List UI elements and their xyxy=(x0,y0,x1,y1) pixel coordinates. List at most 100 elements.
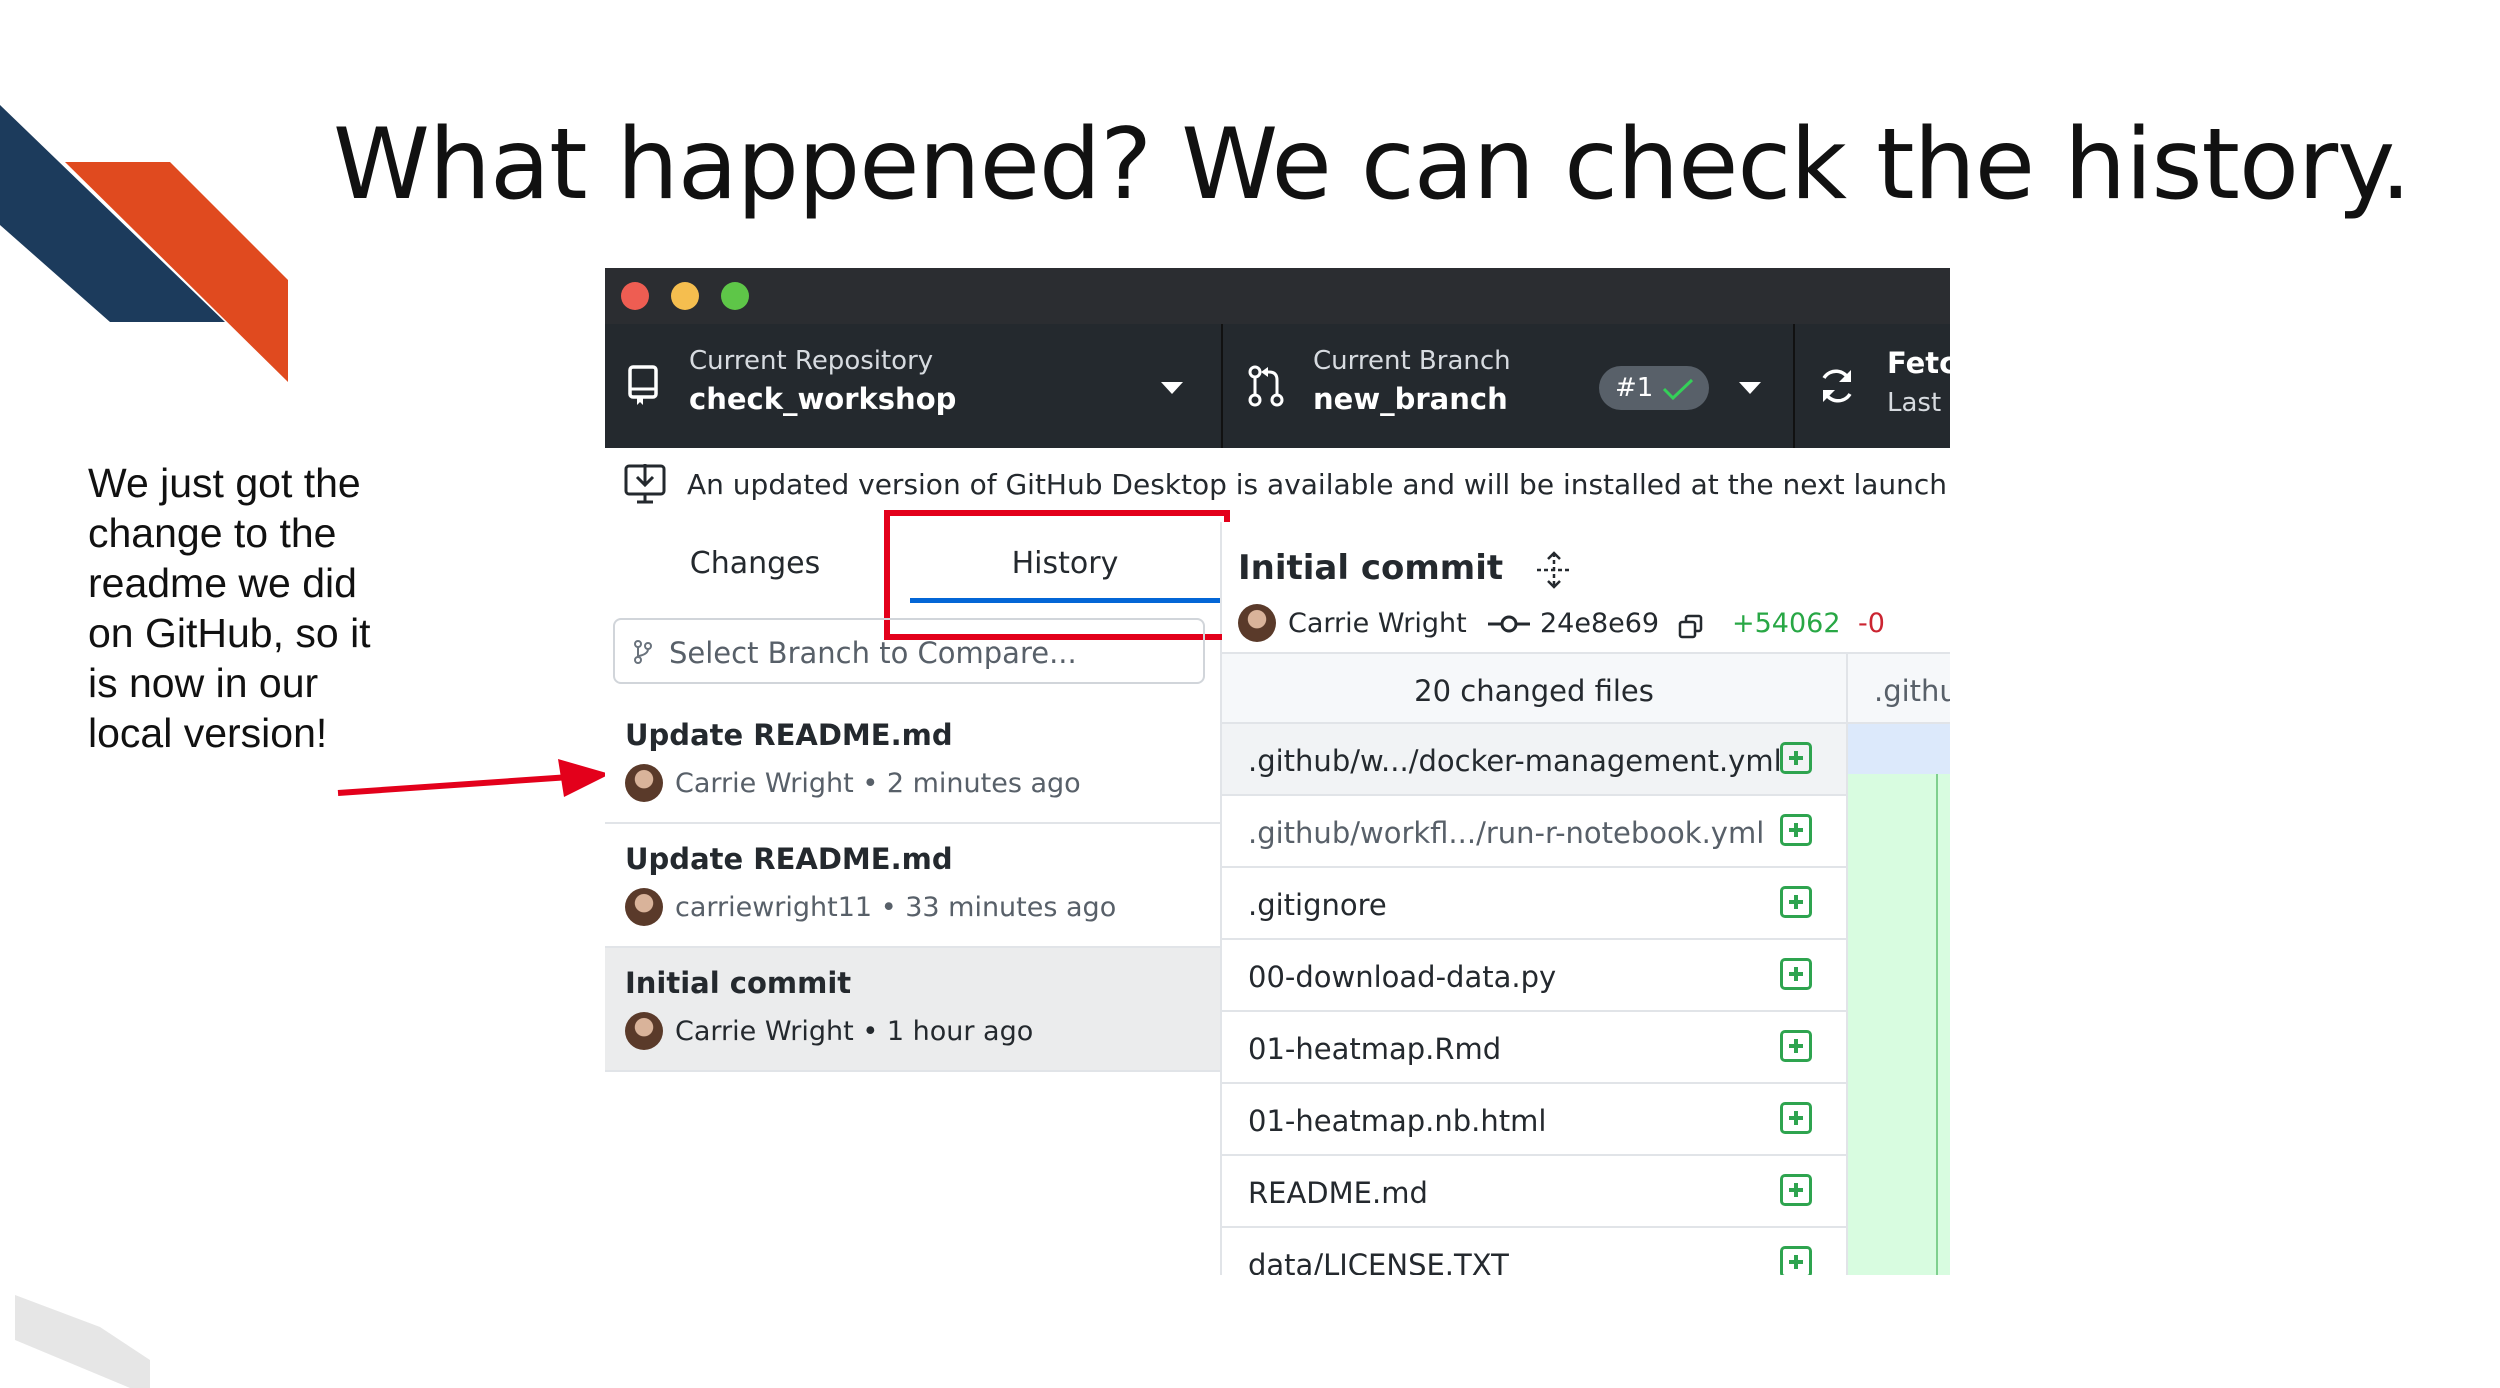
commit-sha: 24e8e69 xyxy=(1540,608,1660,639)
avatar xyxy=(625,764,663,802)
lines-deleted: -0 xyxy=(1858,608,1885,639)
selected-commit-title-text: Initial commit xyxy=(1238,548,1504,588)
fetch-subtitle: Last xyxy=(1887,388,1942,418)
changed-file-row[interactable]: .gitignore xyxy=(1222,868,1848,940)
branch-icon xyxy=(634,640,652,664)
commit-author: Carrie Wright xyxy=(675,1016,854,1047)
file-name: .github/workfl.../run-r-notebook.yml xyxy=(1248,816,1765,850)
fetch-caption: Fetc xyxy=(1887,346,1950,380)
pointer-arrow-icon xyxy=(337,759,610,797)
diff-file-path: .githu xyxy=(1874,674,1950,708)
commit-title: Update README.md xyxy=(625,718,953,752)
copy-icon[interactable] xyxy=(1678,614,1704,640)
selected-commit-title: Initial commit xyxy=(1238,548,1573,589)
commit-icon xyxy=(1488,615,1530,633)
branch-compare-input[interactable]: Select Branch to Compare... xyxy=(613,618,1205,684)
file-added-icon xyxy=(1780,958,1812,990)
fetch-origin-button[interactable]: Fetc Last xyxy=(1795,324,1950,448)
commit-meta: Carrie Wright • 2 minutes ago xyxy=(675,768,1081,799)
file-name: 01-heatmap.nb.html xyxy=(1248,1104,1547,1138)
repository-icon xyxy=(628,365,658,405)
file-name: 00-download-data.py xyxy=(1248,960,1557,994)
slide-title: What happened? We can check the history. xyxy=(333,108,2411,222)
sidebar: Changes History Select Branch to Compare… xyxy=(605,510,1230,1275)
file-name: README.md xyxy=(1248,1176,1428,1210)
commit-time: 33 minutes ago xyxy=(905,892,1117,923)
github-desktop-window: Current Repository check_workshop Curren… xyxy=(605,268,1950,1275)
commit-time: 2 minutes ago xyxy=(886,768,1081,799)
changed-file-row[interactable]: data/LICENSE.TXT xyxy=(1222,1228,1848,1275)
changed-file-row[interactable]: README.md xyxy=(1222,1156,1848,1228)
changed-file-row-selected[interactable]: .github/w.../docker-management.yml xyxy=(1222,724,1848,796)
file-added-icon xyxy=(1780,886,1812,918)
explanation-note: We just got the change to the readme we … xyxy=(88,458,408,758)
avatar xyxy=(625,888,663,926)
note-line: is now in our xyxy=(88,660,319,706)
note-line: change to the xyxy=(88,510,337,556)
repository-name: check_workshop xyxy=(689,382,957,416)
commit-time: 1 hour ago xyxy=(886,1016,1034,1047)
changed-file-row[interactable]: 01-heatmap.Rmd xyxy=(1222,1012,1848,1084)
changed-file-row[interactable]: .github/workfl.../run-r-notebook.yml xyxy=(1222,796,1848,868)
branch-caption: Current Branch xyxy=(1313,346,1511,376)
expand-icon[interactable] xyxy=(1535,550,1573,589)
note-line: local version! xyxy=(88,710,328,756)
changed-file-row[interactable]: 00-download-data.py xyxy=(1222,940,1848,1012)
file-added-icon xyxy=(1780,814,1812,846)
file-added-icon xyxy=(1780,1102,1812,1134)
minimize-window-button[interactable] xyxy=(671,282,699,310)
branch-name: new_branch xyxy=(1313,382,1508,416)
tab-changes[interactable]: Changes xyxy=(605,522,905,602)
commit-meta: carriewright11 • 33 minutes ago xyxy=(675,892,1117,923)
file-added-icon xyxy=(1780,1174,1812,1206)
note-line: We just got the xyxy=(88,460,361,506)
compare-placeholder: Select Branch to Compare... xyxy=(669,636,1077,670)
diff-view xyxy=(1848,724,1950,1275)
commit-list-item-selected[interactable]: Initial commit Carrie Wright • 1 hour ag… xyxy=(605,948,1220,1072)
commit-author: carriewright11 xyxy=(675,892,873,923)
check-icon xyxy=(1662,378,1694,401)
sync-icon xyxy=(1822,369,1852,403)
current-branch-button[interactable]: Current Branch new_branch #1 xyxy=(1223,324,1795,448)
corner-decoration-bottom xyxy=(15,1295,150,1388)
note-line: on GitHub, so it xyxy=(88,610,371,656)
download-update-icon xyxy=(624,464,666,504)
diff-selected-line xyxy=(1848,724,1950,774)
update-banner: An updated version of GitHub Desktop is … xyxy=(605,448,1950,524)
file-name: .github/w.../docker-management.yml xyxy=(1248,744,1782,778)
changed-file-row[interactable]: 01-heatmap.nb.html xyxy=(1222,1084,1848,1156)
app-toolbar: Current Repository check_workshop Curren… xyxy=(605,324,1950,448)
branch-icon xyxy=(1248,365,1284,407)
maximize-window-button[interactable] xyxy=(721,282,749,310)
selected-commit-author: Carrie Wright xyxy=(1288,608,1467,639)
diff-gutter-line xyxy=(1936,774,1938,1275)
file-name: .gitignore xyxy=(1248,888,1387,922)
repository-caption: Current Repository xyxy=(689,346,934,376)
file-added-icon xyxy=(1780,1246,1812,1275)
note-line: readme we did xyxy=(88,560,357,606)
corner-decoration xyxy=(0,105,288,382)
diff-header: .githu xyxy=(1848,652,1950,724)
commit-details: Initial commit Carrie Wright 24e8e69 +54… xyxy=(1222,522,1950,1275)
commit-author: Carrie Wright xyxy=(675,768,854,799)
update-banner-text: An updated version of GitHub Desktop is … xyxy=(687,468,1950,501)
pull-request-badge[interactable]: #1 xyxy=(1599,366,1709,410)
changed-files-header: 20 changed files xyxy=(1222,652,1848,724)
file-name: 01-heatmap.Rmd xyxy=(1248,1032,1502,1066)
commit-title: Update README.md xyxy=(625,842,953,876)
file-added-icon xyxy=(1780,1030,1812,1062)
changed-files-count: 20 changed files xyxy=(1414,674,1654,708)
file-name: data/LICENSE.TXT xyxy=(1248,1248,1509,1275)
file-added-icon xyxy=(1780,742,1812,774)
close-window-button[interactable] xyxy=(621,282,649,310)
window-titlebar xyxy=(605,268,1950,324)
chevron-down-icon xyxy=(1161,382,1183,394)
lines-added: +54062 xyxy=(1732,608,1841,639)
chevron-down-icon xyxy=(1739,382,1761,394)
commit-list-item[interactable]: Update README.md Carrie Wright • 2 minut… xyxy=(605,700,1220,824)
commit-list-item[interactable]: Update README.md carriewright11 • 33 min… xyxy=(605,824,1220,948)
current-repository-button[interactable]: Current Repository check_workshop xyxy=(605,324,1223,448)
commit-meta: Carrie Wright • 1 hour ago xyxy=(675,1016,1034,1047)
avatar xyxy=(625,1012,663,1050)
commit-title: Initial commit xyxy=(625,966,852,1000)
